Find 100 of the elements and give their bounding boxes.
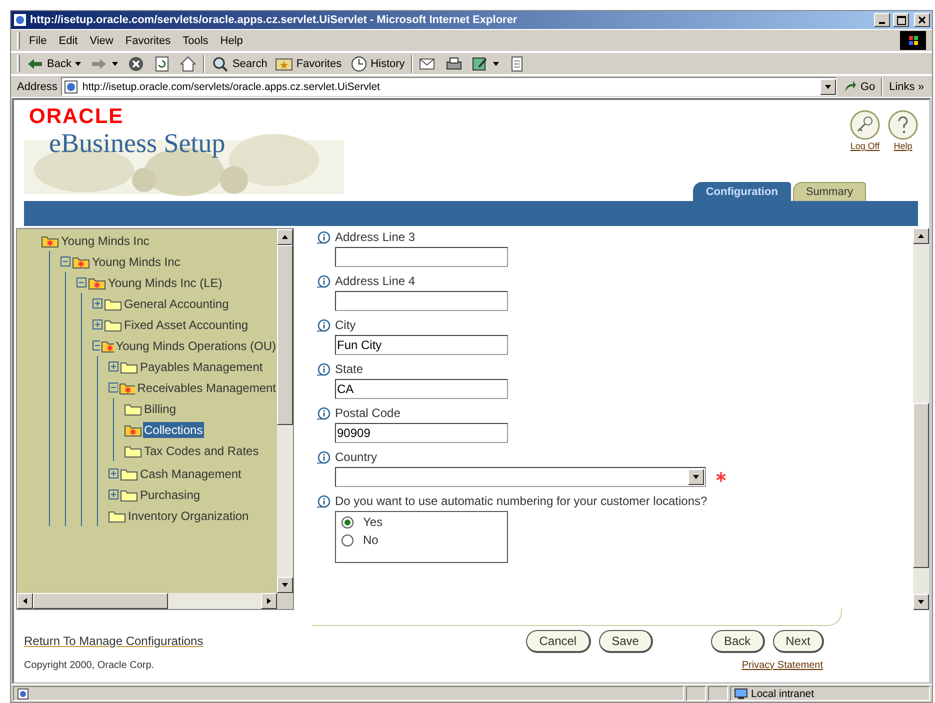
info-icon[interactable] [316,450,331,464]
close-button[interactable] [914,13,930,27]
page-icon [17,688,29,700]
tree-item[interactable]: Billing [143,400,178,416]
right-arrow-icon [265,597,273,605]
go-button[interactable]: Go [841,80,878,94]
field-label: City [335,318,356,332]
tree-item[interactable]: Purchasing [139,486,202,502]
search-icon [211,54,230,72]
radio-button[interactable] [341,516,354,528]
text-field[interactable]: 90909 [335,423,508,443]
address-field[interactable]: http://isetup.oracle.com/servlets/oracle.apps.cz.servlet.UiServlet [61,77,838,96]
refresh-icon [153,54,172,72]
tree-item[interactable]: Young Minds Inc (LE) [107,274,224,290]
tree-item[interactable]: Young Minds Operations (OU) [114,338,277,354]
tree-item[interactable]: Fixed Asset Accounting [123,316,250,332]
field-label: State [335,362,364,376]
expand-icon[interactable] [108,489,119,500]
browser-icon [13,13,27,27]
maximize-button[interactable] [893,13,909,27]
down-arrow-icon [917,598,925,606]
help-link[interactable]: Help [888,110,918,182]
action-button[interactable]: Cancel [526,630,591,652]
tree-item[interactable]: Cash Management [139,466,242,482]
key-icon [850,110,880,140]
info-icon[interactable] [316,230,331,244]
info-icon[interactable] [316,318,331,332]
tree-item[interactable]: Inventory Organization [127,508,250,524]
history-button[interactable]: History [348,54,407,72]
info-icon[interactable] [316,406,331,420]
privacy-link[interactable]: Privacy Statement [742,660,823,670]
network-icon [734,688,748,700]
vertical-scrollbar[interactable] [913,228,929,610]
down-arrow-icon [74,60,82,68]
minimize-button[interactable] [874,13,890,27]
expand-icon[interactable] [92,298,103,309]
collapse-icon[interactable] [76,277,87,288]
tree-item[interactable]: Tax Codes and Rates [143,442,260,458]
close-icon [918,16,926,24]
dropdown-field[interactable] [335,467,706,487]
radio-button[interactable] [341,534,354,546]
printer-icon [444,54,463,72]
menu-item[interactable]: View [86,34,116,46]
tree-item[interactable]: Payables Management [139,358,264,374]
edit-icon [470,54,489,72]
tree-item[interactable]: Young Minds Inc [60,232,150,248]
down-arrow-icon [111,60,120,68]
text-field[interactable] [335,291,508,311]
links-button[interactable]: Links » [887,80,926,92]
text-field[interactable]: Fun City [335,335,508,355]
return-link[interactable]: Return To Manage Configurations [24,634,204,648]
scrollbar-corner [277,593,293,609]
radio-label: Yes [363,515,383,529]
down-arrow-icon [281,581,289,589]
expand-icon[interactable] [92,319,103,330]
logoff-link[interactable]: Log Off [850,110,880,182]
search-button[interactable]: Search [209,54,270,72]
nav-button[interactable]: Next [772,630,824,652]
field-label: Postal Code [335,406,400,420]
menu-item[interactable]: File [26,34,50,46]
zone-text: Local intranet [751,688,814,700]
down-arrow-icon [692,473,700,481]
vertical-scrollbar[interactable] [277,229,293,593]
collapse-icon[interactable] [92,340,100,351]
menu-item[interactable]: Favorites [122,34,174,46]
menu-item[interactable]: Help [217,34,246,46]
menu-item[interactable]: Edit [56,34,81,46]
nav-button[interactable]: Back [710,630,765,652]
field-label: Do you want to use automatic numbering for your customer locations? [335,494,708,508]
text-field[interactable] [335,247,508,267]
address-label: Address [17,80,58,92]
windows-logo-icon [900,31,926,50]
menu-item[interactable]: Tools [180,34,212,46]
tree-item[interactable]: Young Minds Inc [91,254,182,270]
up-arrow-icon [917,232,925,240]
radio-label: No [363,533,378,547]
info-icon[interactable] [316,494,331,508]
tree-item[interactable]: Collections [143,422,204,438]
horizontal-scrollbar[interactable] [17,593,277,609]
url-text: http://isetup.oracle.com/servlets/oracle.apps.cz.servlet.UiServlet [82,80,380,92]
expand-icon[interactable] [108,361,119,372]
oracle-logo: ORACLE [28,106,125,128]
help-icon [888,110,918,140]
action-button[interactable]: Save [598,630,653,652]
expand-icon[interactable] [108,468,119,479]
text-field[interactable]: CA [335,379,508,399]
tree-item[interactable]: General Accounting [123,296,230,312]
favorites-button[interactable]: Favorites [273,54,344,72]
collapse-icon[interactable] [60,256,71,267]
product-title: eBusiness Setup [48,128,226,158]
go-arrow-icon [843,80,858,94]
back-button[interactable]: Back [24,54,84,72]
collapse-icon[interactable] [108,382,118,393]
info-icon[interactable] [316,362,331,376]
tab[interactable]: Summary [792,182,866,201]
info-icon[interactable] [316,274,331,288]
tree-item[interactable]: Receivables Management [136,380,277,396]
tab[interactable]: Configuration [692,182,791,201]
page-icon [64,80,78,94]
home-icon [179,54,198,72]
